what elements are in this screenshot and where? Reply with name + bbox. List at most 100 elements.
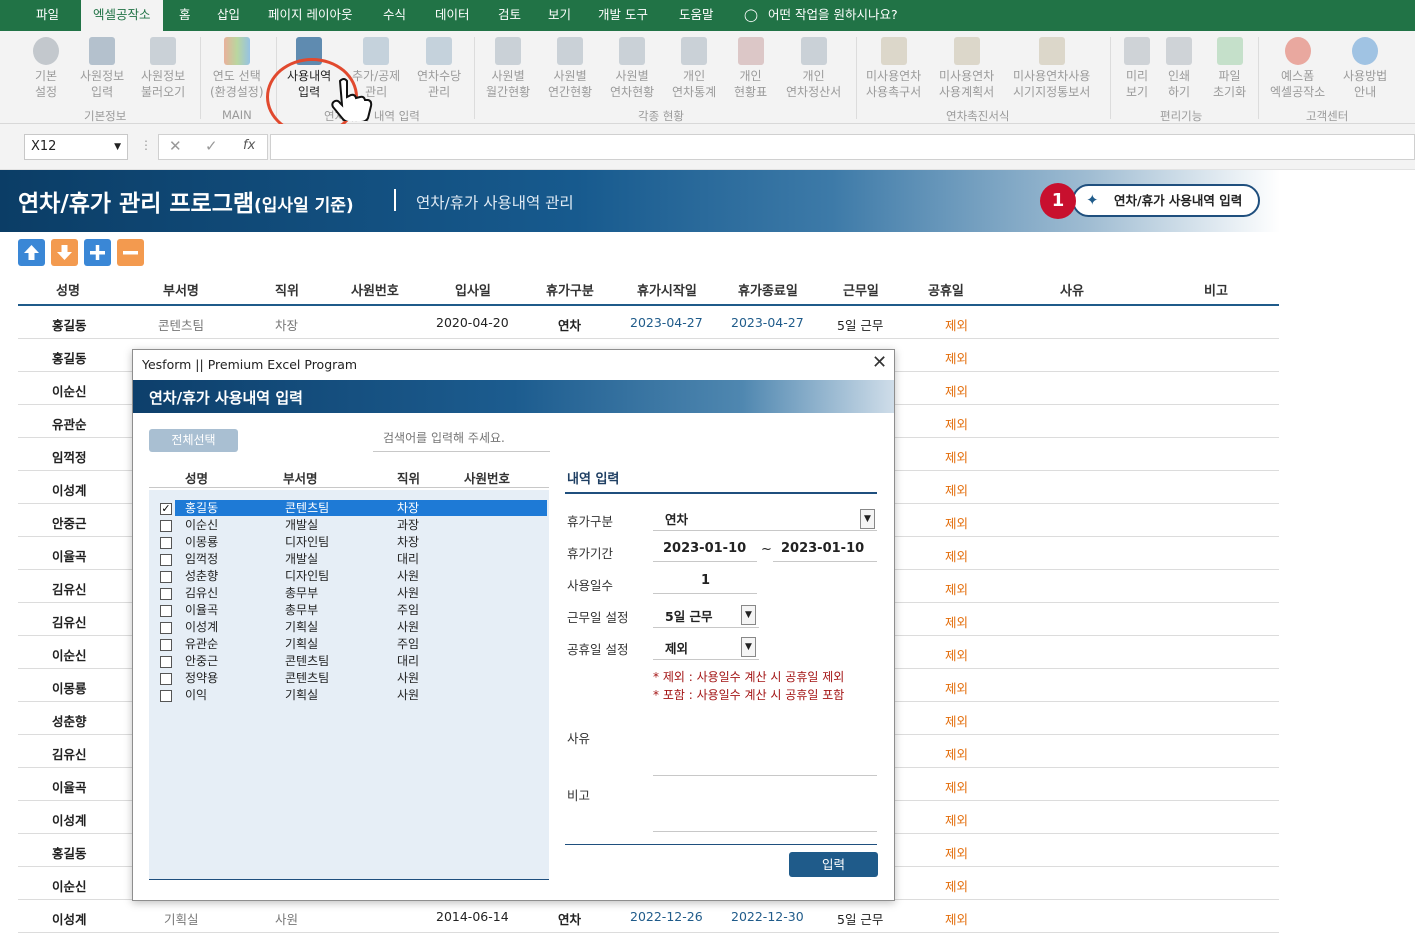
- list-item[interactable]: 이익 기획실 사원: [149, 687, 549, 704]
- delete-row-button[interactable]: [117, 239, 144, 266]
- page-title: 연차/휴가 관리 프로그램(입사일 기준): [18, 191, 354, 217]
- employee-info-input-button[interactable]: 사원정보 입력: [80, 37, 124, 100]
- function-icon[interactable]: fx: [243, 138, 255, 153]
- gear-icon: [33, 37, 59, 65]
- check-icon[interactable]: ✓: [205, 137, 218, 155]
- checkbox[interactable]: [160, 520, 172, 532]
- checklist-icon: [737, 37, 764, 65]
- usage-input-callout-button[interactable]: ✦ 연차/휴가 사용내역 입력: [1072, 184, 1260, 217]
- tab-insert[interactable]: 삽입: [217, 0, 240, 31]
- checkbox[interactable]: [160, 588, 172, 600]
- preview-button[interactable]: 미리 보기: [1124, 37, 1150, 100]
- checkbox[interactable]: [160, 656, 172, 668]
- tab-formulas[interactable]: 수식: [383, 0, 406, 31]
- select-all-button[interactable]: 전체선택: [149, 429, 238, 452]
- ribbon-separator: [200, 37, 201, 119]
- checkbox[interactable]: [160, 673, 172, 685]
- cell-name: 안중근: [52, 516, 87, 531]
- list-item[interactable]: 성춘향 디자인팀 사원: [149, 568, 549, 585]
- checkbox[interactable]: [160, 554, 172, 566]
- employee-info-load-button[interactable]: 사원정보 불러오기: [141, 37, 185, 100]
- tab-home[interactable]: 홈: [179, 0, 191, 31]
- workday-label: 근무일 설정: [567, 610, 629, 625]
- formula-buttons: ✕ ✓ fx: [158, 134, 268, 160]
- cell-name: 홍길동: [52, 846, 87, 861]
- list-item[interactable]: 안중근 콘텐츠팀 대리: [149, 653, 549, 670]
- close-icon[interactable]: ✕: [872, 353, 887, 373]
- year-select-button[interactable]: 연도 선택 (환경설정): [210, 37, 264, 100]
- cell-holiday: 제외: [945, 615, 969, 630]
- list-item[interactable]: 유관순 기획실 주임: [149, 636, 549, 653]
- personal-table-button[interactable]: 개인 현황표: [734, 37, 767, 100]
- timing-notice-button[interactable]: 미사용연차사용 시기지정통보서: [1013, 37, 1090, 100]
- employee-list[interactable]: ✓ 홍길동 콘텐츠팀 차장 이순신 개발실 과장 이몽룡 디자인팀 차장 임꺽정 개발실 대리 성…: [149, 490, 549, 880]
- leave-type-select[interactable]: 연차 ▼: [653, 507, 877, 531]
- search-input[interactable]: [373, 425, 550, 452]
- tab-data[interactable]: 데이터: [435, 0, 470, 31]
- personal-stats-button[interactable]: 개인 연차통계: [672, 37, 716, 100]
- list-item[interactable]: 임꺽정 개발실 대리: [149, 551, 549, 568]
- printer-icon: [1166, 37, 1192, 65]
- checkbox[interactable]: [160, 605, 172, 617]
- settlement-button[interactable]: 개인 연차정산서: [786, 37, 841, 100]
- basic-settings-button[interactable]: 기본 설정: [33, 37, 59, 100]
- yesform-button[interactable]: 예스폼 엑셀공작소: [1270, 37, 1325, 100]
- name-box[interactable]: X12 ▼: [24, 134, 128, 160]
- cell-holiday: 제외: [945, 351, 969, 366]
- checkbox[interactable]: [160, 622, 172, 634]
- end-date-input[interactable]: 2023-01-10: [773, 538, 877, 562]
- list-item[interactable]: 이몽룡 디자인팀 차장: [149, 534, 549, 551]
- annual-leave-status-button[interactable]: 사원별 연차현황: [610, 37, 654, 100]
- workday-select[interactable]: 5일 근무 ▼: [653, 602, 759, 628]
- list-item[interactable]: 이율곡 총무부 주임: [149, 602, 549, 619]
- yearly-status-button[interactable]: 사원별 연간현황: [548, 37, 592, 100]
- checkbox[interactable]: [160, 639, 172, 651]
- checkbox[interactable]: [160, 571, 172, 583]
- remark-input[interactable]: [653, 780, 877, 832]
- urge-notice-button[interactable]: 미사용연차 사용촉구서: [866, 37, 921, 100]
- table-row[interactable]: 홍길동 콘텐츠팀 차장 2020-04-20 연차 2023-04-27 202…: [18, 306, 1279, 339]
- checkbox[interactable]: [160, 690, 172, 702]
- list-item[interactable]: ✓ 홍길동 콘텐츠팀 차장: [149, 500, 549, 517]
- formula-bar: X12 ▼ ⋮ ✕ ✓ fx: [0, 124, 1415, 170]
- list-item[interactable]: 이순신 개발실 과장: [149, 517, 549, 534]
- tab-review[interactable]: 검토: [498, 0, 521, 31]
- move-up-button[interactable]: [18, 239, 45, 266]
- cell-dept: 기획실: [164, 912, 199, 927]
- submit-button[interactable]: 입력: [789, 852, 878, 877]
- table-row[interactable]: 이성계 기획실 사원 2014-06-14 연차 2022-12-26 2022…: [18, 900, 1279, 933]
- reason-input[interactable]: [653, 720, 877, 776]
- file-reset-button[interactable]: 파일 초기화: [1213, 37, 1246, 100]
- cell-leave-type: 연차: [558, 912, 582, 927]
- usage-guide-button[interactable]: 사용방법 안내: [1343, 37, 1387, 100]
- tab-view[interactable]: 보기: [548, 0, 571, 31]
- tab-excel-workshop[interactable]: 엑셀공작소: [81, 0, 163, 31]
- days-used-value: 1: [653, 570, 757, 594]
- print-button[interactable]: 인쇄 하기: [1166, 37, 1192, 100]
- allowance-manage-button[interactable]: 연차수당 관리: [417, 37, 461, 100]
- cursor-click-icon: ✦: [1086, 191, 1099, 209]
- checkbox[interactable]: [160, 537, 172, 549]
- checkbox-checked[interactable]: ✓: [160, 503, 172, 515]
- tell-me-search[interactable]: 어떤 작업을 원하시나요?: [768, 0, 898, 31]
- tab-page-layout[interactable]: 페이지 레이아웃: [268, 0, 352, 31]
- group-label: 기본정보: [84, 109, 127, 123]
- holiday-select[interactable]: 제외 ▼: [653, 634, 759, 660]
- dialog-title: Yesform || Premium Excel Program: [142, 357, 358, 372]
- monthly-status-button[interactable]: 사원별 월간현황: [486, 37, 530, 100]
- tab-help[interactable]: 도움말: [679, 0, 714, 31]
- cancel-icon[interactable]: ✕: [169, 137, 182, 155]
- tab-developer[interactable]: 개발 도구: [598, 0, 648, 31]
- start-date-input[interactable]: 2023-01-10: [653, 538, 757, 562]
- move-down-button[interactable]: [51, 239, 78, 266]
- list-item[interactable]: 정약용 콘텐츠팀 사원: [149, 670, 549, 687]
- formula-input[interactable]: [270, 134, 1415, 160]
- arrow-down-icon: [57, 245, 72, 260]
- list-item[interactable]: 이성계 기획실 사원: [149, 619, 549, 636]
- list-header-emp-no: 사원번호: [464, 471, 511, 486]
- plan-form-button[interactable]: 미사용연차 사용계획서: [939, 37, 994, 100]
- tab-file[interactable]: 파일: [36, 0, 59, 31]
- list-item[interactable]: 김유신 총무부 사원: [149, 585, 549, 602]
- cell-leave-type: 연차: [558, 318, 582, 333]
- add-row-button[interactable]: [84, 239, 111, 266]
